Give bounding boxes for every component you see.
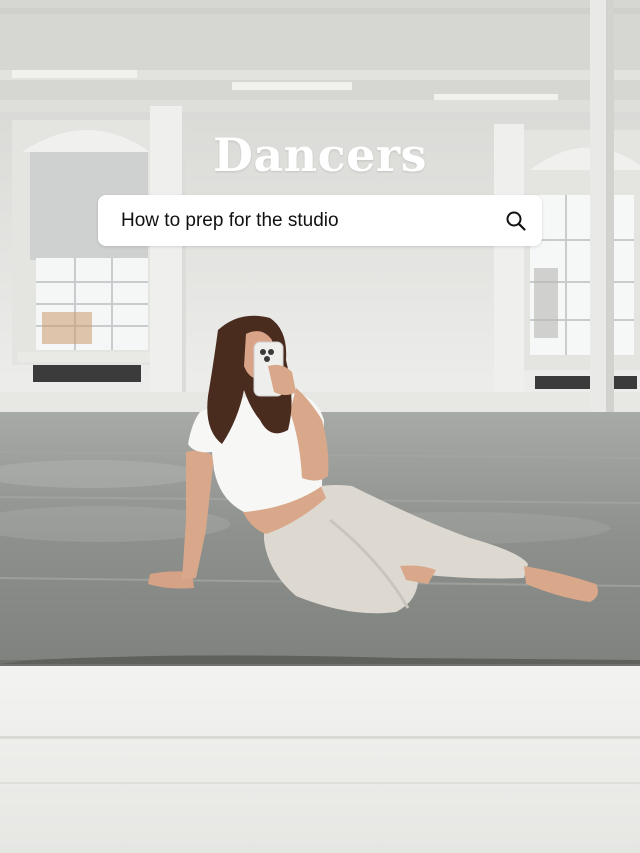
page-title: Dancers (212, 128, 428, 182)
ceiling-light (232, 82, 352, 90)
ceiling-light (12, 70, 137, 78)
search-icon[interactable] (504, 209, 528, 233)
search-query-text: How to prep for the studio (121, 209, 339, 231)
mirror-sill (0, 666, 640, 853)
radiator (535, 376, 637, 389)
search-bar[interactable]: How to prep for the studio (98, 195, 542, 246)
radiator (33, 365, 141, 382)
